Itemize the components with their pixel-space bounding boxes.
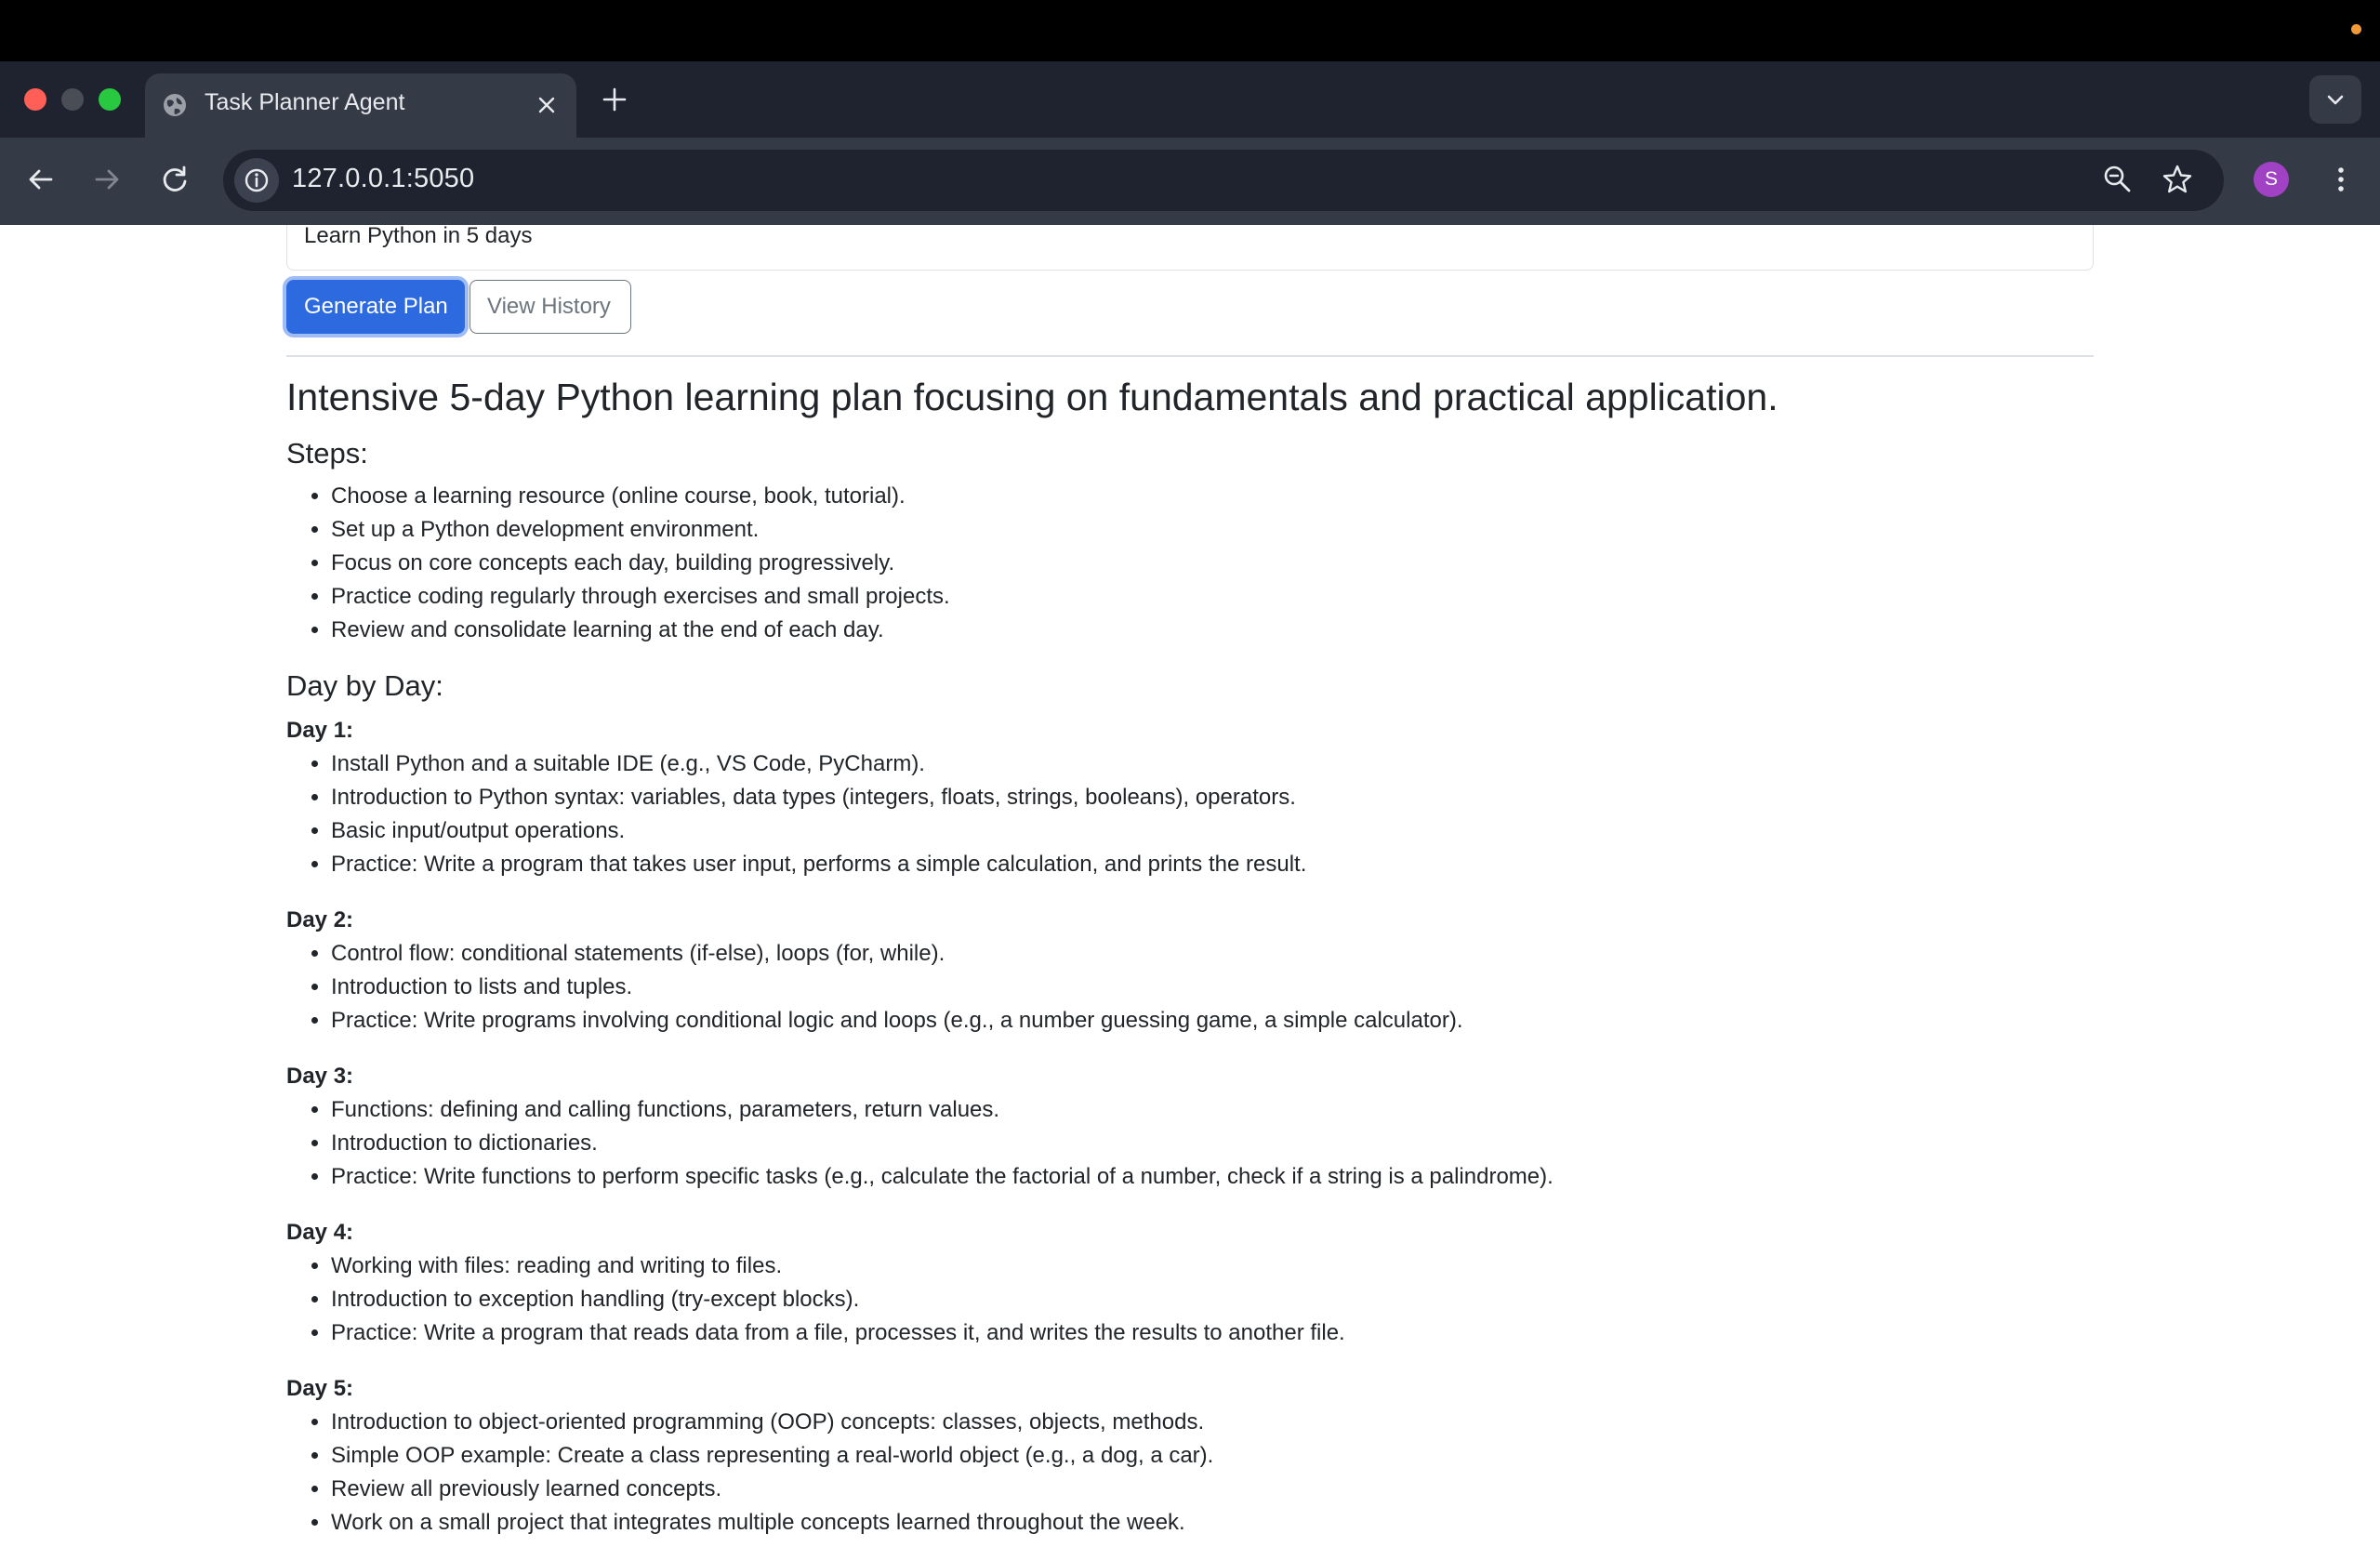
system-menu-bar (0, 0, 2380, 61)
day-label: Day 4: (286, 1220, 354, 1245)
forward-arrow-icon[interactable] (90, 163, 124, 196)
list-item: Practice: Write functions to perform spe… (331, 1160, 1554, 1194)
steps-list: Choose a learning resource (online cours… (286, 480, 950, 647)
list-item: Introduction to object-oriented programm… (331, 1406, 1213, 1439)
site-info-button[interactable] (234, 158, 279, 203)
page-viewport: Learn Python in 5 days Generate Plan Vie… (0, 225, 2380, 1547)
zoom-icon[interactable] (2101, 163, 2135, 196)
list-item: Review and consolidate learning at the e… (331, 614, 950, 647)
day-label: Day 1: (286, 718, 354, 743)
reload-icon[interactable] (158, 163, 192, 196)
list-item: Introduction to Python syntax: variables… (331, 781, 1306, 814)
view-history-button[interactable]: View History (469, 280, 631, 334)
steps-heading: Steps: (286, 437, 368, 469)
day-by-day-heading: Day by Day: (286, 669, 443, 702)
task-input[interactable]: Learn Python in 5 days (286, 225, 2094, 271)
list-item: Introduction to dictionaries. (331, 1127, 1554, 1160)
bookmark-star-icon[interactable] (2161, 163, 2194, 196)
list-item: Functions: defining and calling function… (331, 1093, 1554, 1127)
day-items-list: Functions: defining and calling function… (286, 1093, 1554, 1194)
back-arrow-icon[interactable] (24, 163, 58, 196)
globe-icon (164, 94, 186, 116)
list-item: Install Python and a suitable IDE (e.g.,… (331, 747, 1306, 781)
day-items-list: Install Python and a suitable IDE (e.g.,… (286, 747, 1306, 881)
day-items-list: Working with files: reading and writing … (286, 1250, 1345, 1350)
window-maximize-button[interactable] (99, 88, 121, 111)
day-label: Day 2: (286, 907, 354, 932)
address-bar[interactable]: 127.0.0.1:5050 (223, 150, 2224, 211)
recording-indicator-dot (2351, 24, 2361, 34)
tab-search-button[interactable] (2309, 75, 2361, 124)
list-item: Choose a learning resource (online cours… (331, 480, 950, 513)
task-input-value: Learn Python in 5 days (304, 225, 533, 248)
list-item: Review all previously learned concepts. (331, 1473, 1213, 1506)
list-item: Set up a Python development environment. (331, 513, 950, 547)
tab-title: Task Planner Agent (205, 89, 405, 115)
new-tab-plus-icon[interactable] (601, 86, 628, 113)
list-item: Focus on core concepts each day, buildin… (331, 547, 950, 580)
info-icon (245, 168, 269, 192)
plan-title: Intensive 5-day Python learning plan foc… (286, 376, 1778, 418)
list-item: Practice: Write a program that takes use… (331, 848, 1306, 881)
profile-avatar[interactable]: S (2254, 162, 2289, 197)
list-item: Simple OOP example: Create a class repre… (331, 1439, 1213, 1473)
day-label: Day 3: (286, 1064, 354, 1089)
generate-plan-button[interactable]: Generate Plan (286, 280, 465, 334)
chevron-down-icon (2327, 95, 2344, 105)
window-close-button[interactable] (24, 88, 46, 111)
window-minimize-button[interactable] (61, 88, 84, 111)
list-item: Working with files: reading and writing … (331, 1250, 1345, 1283)
browser-tab-active[interactable]: Task Planner Agent (145, 73, 576, 138)
list-item: Introduction to exception handling (try-… (331, 1283, 1345, 1316)
list-item: Introduction to lists and tuples. (331, 971, 1462, 1004)
list-item: Practice: Write programs involving condi… (331, 1004, 1462, 1038)
divider (286, 355, 2094, 357)
list-item: Basic input/output operations. (331, 814, 1306, 848)
list-item: Work on a small project that integrates … (331, 1506, 1213, 1540)
tab-close-icon[interactable] (536, 94, 558, 116)
more-menu-icon[interactable] (2324, 163, 2358, 196)
day-label: Day 5: (286, 1376, 354, 1401)
day-items-list: Control flow: conditional statements (if… (286, 937, 1462, 1038)
list-item: Practice coding regularly through exerci… (331, 580, 950, 614)
list-item: Control flow: conditional statements (if… (331, 937, 1462, 971)
list-item: Practice: Write a program that reads dat… (331, 1316, 1345, 1350)
day-items-list: Introduction to object-oriented programm… (286, 1406, 1213, 1540)
url-text: 127.0.0.1:5050 (292, 164, 475, 193)
